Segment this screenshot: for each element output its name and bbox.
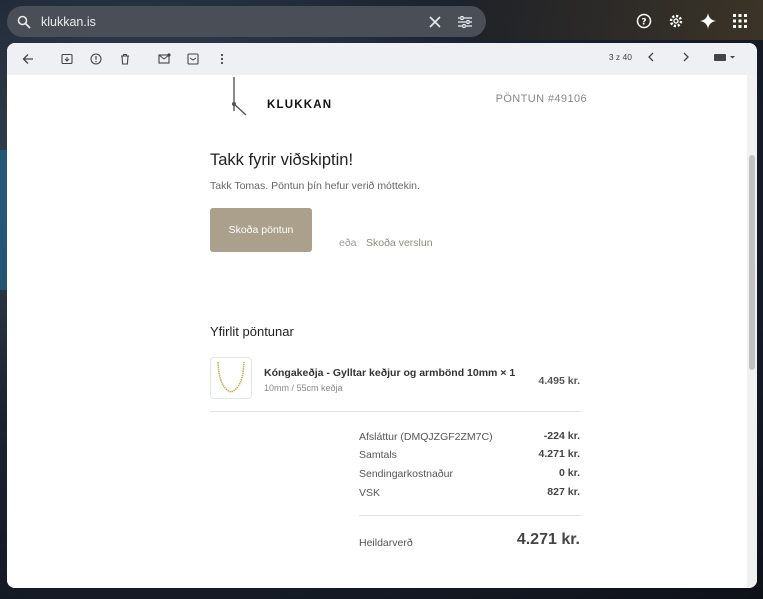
svg-text:?: ?	[641, 18, 646, 28]
discount-value: -224 kr.	[543, 430, 580, 442]
mark-unread-icon[interactable]	[153, 48, 175, 70]
divider	[359, 515, 581, 516]
email-body: KLUKKAN PÖNTUN #49106 Takk fyrir viðskip…	[7, 75, 747, 588]
filter-icon[interactable]	[454, 11, 476, 33]
search-input[interactable]: klukkan.is	[41, 15, 424, 29]
email-headline: Takk fyrir viðskiptin!	[210, 151, 354, 169]
close-icon[interactable]	[424, 11, 446, 33]
keyboard-icon[interactable]	[712, 48, 738, 66]
email-subline: Takk Tomas. Pöntun þín hefur verið mótte…	[210, 180, 420, 192]
view-shop-link[interactable]: Skoða verslun	[366, 237, 433, 249]
product-price: 4.495 kr.	[538, 375, 580, 387]
vat-value: 827 kr.	[547, 486, 580, 498]
help-icon[interactable]: ?	[633, 10, 655, 32]
sparkle-icon[interactable]	[697, 10, 719, 32]
mail-window: 3 z 40 KLUKKAN PÖNTUN #49106 Takk fyrir …	[7, 43, 757, 588]
subtotal-value: 4.271 kr.	[538, 448, 580, 460]
order-summary-title: Yfirlit pöntunar	[210, 324, 294, 339]
necklace-icon	[217, 361, 245, 393]
search-icon	[17, 15, 31, 29]
snooze-icon[interactable]	[182, 48, 204, 70]
total-label: Heildarverð	[359, 537, 413, 549]
more-vert-icon[interactable]	[211, 48, 233, 70]
archive-icon[interactable]	[56, 48, 78, 70]
apps-grid-icon[interactable]	[729, 10, 751, 32]
product-image[interactable]	[210, 357, 252, 399]
spam-icon[interactable]	[85, 48, 107, 70]
subtotal-label: Samtals	[359, 449, 397, 461]
scrollbar[interactable]	[747, 75, 757, 588]
shipping-label: Sendingarkostnaður	[359, 468, 453, 480]
or-text: eða	[339, 237, 357, 249]
brand-logo: KLUKKAN	[229, 77, 339, 119]
brand-name: KLUKKAN	[267, 99, 333, 111]
shipping-value: 0 kr.	[558, 467, 580, 479]
total-value: 4.271 kr.	[516, 531, 580, 548]
mail-toolbar: 3 z 40	[7, 43, 757, 75]
order-number: PÖNTUN #49106	[495, 93, 587, 105]
discount-label: Afsláttur (DMQJZGF2ZM7C)	[359, 431, 493, 443]
vat-label: VSK	[359, 487, 381, 499]
product-variant: 10mm / 55cm keðja	[264, 383, 343, 393]
chevron-left-icon[interactable]	[642, 48, 660, 66]
chevron-right-icon[interactable]	[677, 48, 695, 66]
scrollbar-thumb[interactable]	[749, 155, 755, 370]
search-bar[interactable]: klukkan.is	[7, 6, 486, 37]
message-counter: 3 z 40	[608, 52, 632, 62]
view-order-button[interactable]: Skoða pöntun	[210, 208, 312, 252]
trash-icon[interactable]	[114, 48, 136, 70]
gear-icon[interactable]	[665, 10, 687, 32]
logo-mark-icon	[232, 77, 247, 116]
divider	[210, 411, 581, 412]
back-arrow-icon[interactable]	[17, 48, 39, 70]
product-name: Kóngakeðja - Gylltar keðjur og armbönd 1…	[264, 367, 516, 379]
